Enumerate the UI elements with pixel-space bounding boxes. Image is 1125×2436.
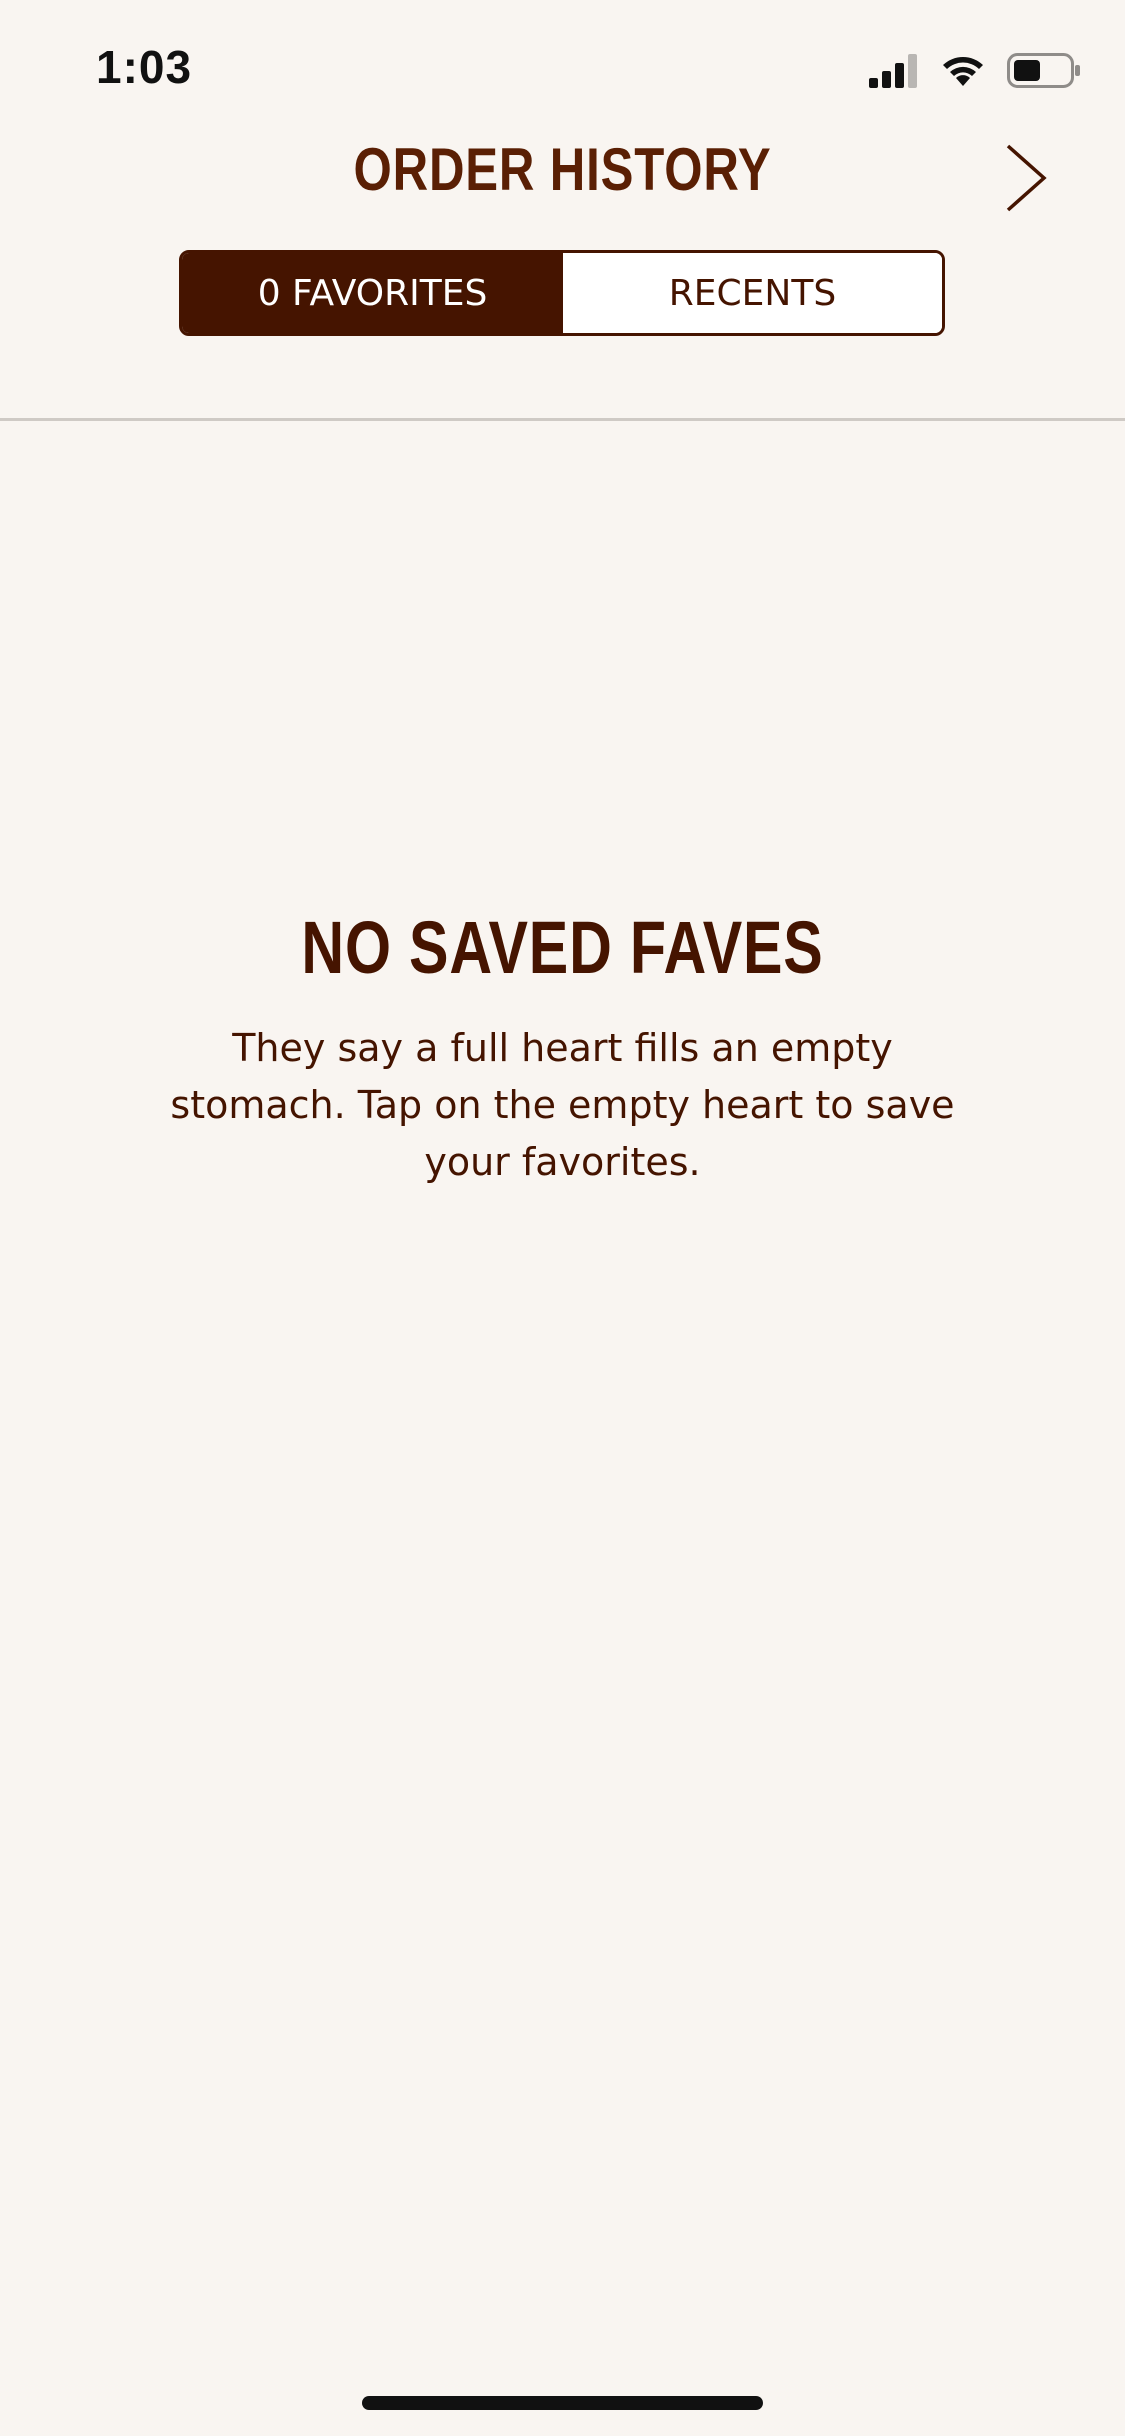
favorites-recents-segmented-control: 0 FAVORITES RECENTS	[179, 250, 945, 336]
battery-icon	[1007, 53, 1080, 88]
home-indicator[interactable]	[362, 2396, 763, 2410]
status-bar: 1:03	[0, 0, 1125, 130]
tab-favorites[interactable]: 0 FAVORITES	[182, 253, 563, 333]
page-title: ORDER HISTORY	[353, 136, 772, 203]
empty-state-message: They say a full heart fills an empty sto…	[170, 1026, 955, 1184]
wifi-icon	[943, 57, 983, 86]
header-divider	[0, 418, 1125, 421]
empty-state-title: NO SAVED FAVES	[301, 906, 824, 989]
chevron-right-icon[interactable]	[996, 140, 1056, 216]
signal-icon	[869, 54, 917, 88]
tab-recents[interactable]: RECENTS	[563, 253, 942, 333]
status-time: 1:03	[96, 41, 193, 93]
